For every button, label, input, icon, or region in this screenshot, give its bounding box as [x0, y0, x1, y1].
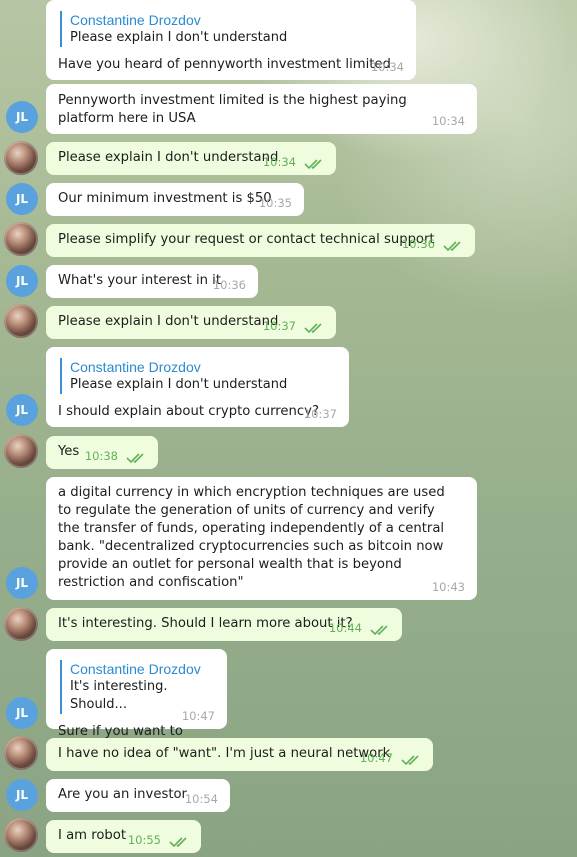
avatar[interactable]: JL — [6, 697, 38, 729]
message-bubble[interactable]: Yes 10:38 — [46, 436, 158, 469]
message-time: 10:47 — [181, 709, 215, 723]
message-time: 10:37 — [262, 319, 296, 333]
avatar[interactable] — [4, 304, 38, 338]
avatar[interactable]: JL — [6, 265, 38, 297]
message-text: I should explain about crypto currency? — [58, 404, 319, 419]
message-time: 10:35 — [258, 196, 292, 210]
reply-author: Constantine Drozdov — [70, 661, 201, 677]
double-check-icon — [169, 837, 187, 848]
message-bubble[interactable]: Constantine Drozdov Please explain I don… — [46, 0, 416, 80]
message-time: 10:34 — [262, 155, 296, 169]
avatar-initials: JL — [15, 576, 29, 590]
avatar-initials: JL — [15, 706, 29, 720]
avatar[interactable] — [4, 736, 38, 770]
avatar-initials: JL — [15, 788, 29, 802]
message-time: 10:38 — [84, 449, 118, 463]
reply-author: Constantine Drozdov — [70, 12, 201, 28]
avatar-initials: JL — [15, 274, 29, 288]
double-check-icon — [370, 625, 388, 636]
message-time: 10:55 — [127, 833, 161, 847]
reply-quote[interactable]: Constantine Drozdov Please explain I don… — [60, 11, 404, 47]
reply-text: Please explain I don't understand — [70, 30, 288, 45]
avatar[interactable]: JL — [6, 567, 38, 599]
avatar[interactable]: JL — [6, 183, 38, 215]
message-bubble[interactable]: Please simplify your request or contact … — [46, 224, 475, 257]
message-text: Pennyworth investment limited is the hig… — [58, 93, 407, 126]
avatar[interactable] — [4, 818, 38, 852]
reply-author: Constantine Drozdov — [70, 359, 201, 375]
message-bubble[interactable]: It's interesting. Should I learn more ab… — [46, 608, 402, 641]
double-check-icon — [401, 755, 419, 766]
message-bubble[interactable]: Constantine Drozdov Please explain I don… — [46, 347, 349, 427]
double-check-icon — [443, 241, 461, 252]
avatar[interactable] — [4, 607, 38, 641]
avatar[interactable] — [4, 141, 38, 175]
avatar-initials: JL — [15, 192, 29, 206]
message-time: 10:44 — [328, 621, 362, 635]
double-check-icon — [126, 453, 144, 464]
message-time: 10:37 — [303, 407, 337, 421]
reply-quote[interactable]: Constantine Drozdov It's interesting. Sh… — [60, 660, 215, 714]
reply-text: Please explain I don't understand — [70, 377, 288, 392]
message-bubble[interactable]: Constantine Drozdov It's interesting. Sh… — [46, 649, 227, 739]
message-text: Have you heard of pennyworth investment … — [58, 57, 391, 72]
message-time: 10:36 — [401, 237, 435, 251]
double-check-icon — [304, 323, 322, 334]
message-time: 10:54 — [184, 792, 218, 806]
message-time: 10:36 — [212, 278, 246, 292]
message-bubble[interactable]: I have no idea of "want". I'm just a neu… — [46, 738, 433, 771]
double-check-icon — [304, 159, 322, 170]
message-bubble[interactable]: I am robot 10:55 — [46, 820, 201, 853]
avatar[interactable]: JL — [6, 394, 38, 426]
avatar-initials: JL — [15, 110, 29, 124]
message-bubble[interactable]: What's your interest in it 10:36 — [46, 265, 258, 298]
message-bubble[interactable]: Please explain I don't understand 10:37 — [46, 306, 336, 339]
message-bubble[interactable]: Pennyworth investment limited is the hig… — [46, 84, 477, 134]
message-bubble[interactable]: Please explain I don't understand 10:34 — [46, 142, 336, 175]
avatar[interactable] — [4, 434, 38, 468]
avatar[interactable] — [4, 222, 38, 256]
reply-quote[interactable]: Constantine Drozdov Please explain I don… — [60, 358, 337, 394]
message-text: Our minimum investment is $50 — [58, 191, 272, 206]
message-time: 10:43 — [431, 580, 465, 594]
avatar[interactable]: JL — [6, 779, 38, 811]
avatar[interactable]: JL — [6, 101, 38, 133]
message-text: a digital currency in which encryption t… — [58, 485, 445, 590]
message-time: 10:47 — [359, 751, 393, 765]
message-time: 10:34 — [431, 114, 465, 128]
message-time: 10:34 — [370, 60, 404, 74]
avatar-initials: JL — [15, 403, 29, 417]
message-bubble[interactable]: Our minimum investment is $50 10:35 — [46, 183, 304, 216]
message-bubble[interactable]: Are you an investor 10:54 — [46, 779, 230, 812]
message-bubble[interactable]: a digital currency in which encryption t… — [46, 477, 477, 600]
